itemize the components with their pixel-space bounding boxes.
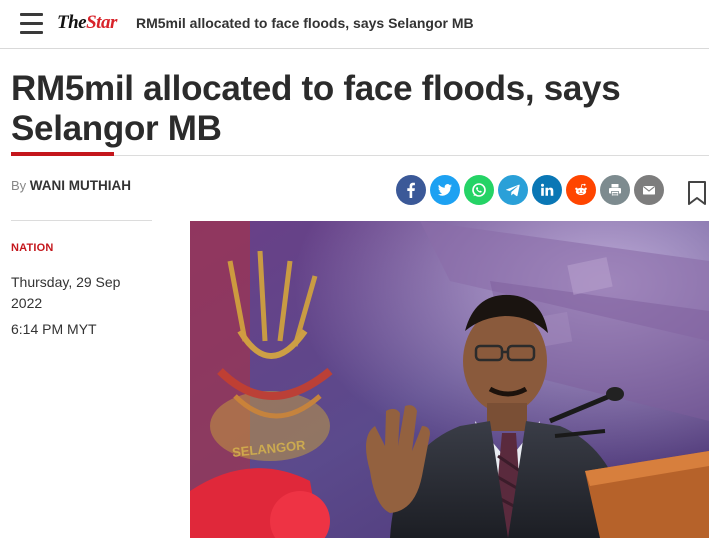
linkedin-icon[interactable] bbox=[532, 175, 562, 205]
article-photo[interactable]: SELANGOR bbox=[190, 221, 709, 538]
telegram-icon[interactable] bbox=[498, 175, 528, 205]
thestar-logo[interactable]: TheStar bbox=[57, 12, 117, 34]
headline-accent-bar bbox=[11, 152, 114, 156]
facebook-icon[interactable] bbox=[396, 175, 426, 205]
nav-article-title: RM5mil allocated to face floods, says Se… bbox=[136, 15, 474, 31]
section-link-nation[interactable]: NATION bbox=[11, 242, 54, 254]
twitter-icon[interactable] bbox=[430, 175, 460, 205]
reddit-icon[interactable] bbox=[566, 175, 596, 205]
photo-illustration: SELANGOR bbox=[190, 221, 709, 538]
publish-date: Thursday, 29 Sep 2022 bbox=[11, 274, 121, 311]
email-icon[interactable] bbox=[634, 175, 664, 205]
author-link[interactable]: WANI MUTHIAH bbox=[30, 178, 131, 193]
byline-prefix: By bbox=[11, 178, 27, 193]
byline: By WANI MUTHIAH bbox=[11, 178, 131, 193]
menu-icon[interactable] bbox=[20, 13, 43, 34]
article-headline: RM5mil allocated to face floods, says Se… bbox=[11, 69, 621, 148]
top-navigation-bar: TheStar RM5mil allocated to face floods,… bbox=[0, 0, 709, 49]
headline-divider bbox=[11, 155, 709, 156]
meta-divider bbox=[11, 220, 152, 221]
print-icon[interactable] bbox=[600, 175, 630, 205]
share-bar bbox=[396, 175, 668, 205]
logo-the-text: The bbox=[57, 12, 87, 33]
publish-time: 6:14 PM MYT bbox=[11, 321, 97, 337]
bookmark-icon[interactable] bbox=[686, 180, 708, 206]
logo-star-text: Star bbox=[86, 12, 117, 33]
whatsapp-icon[interactable] bbox=[464, 175, 494, 205]
